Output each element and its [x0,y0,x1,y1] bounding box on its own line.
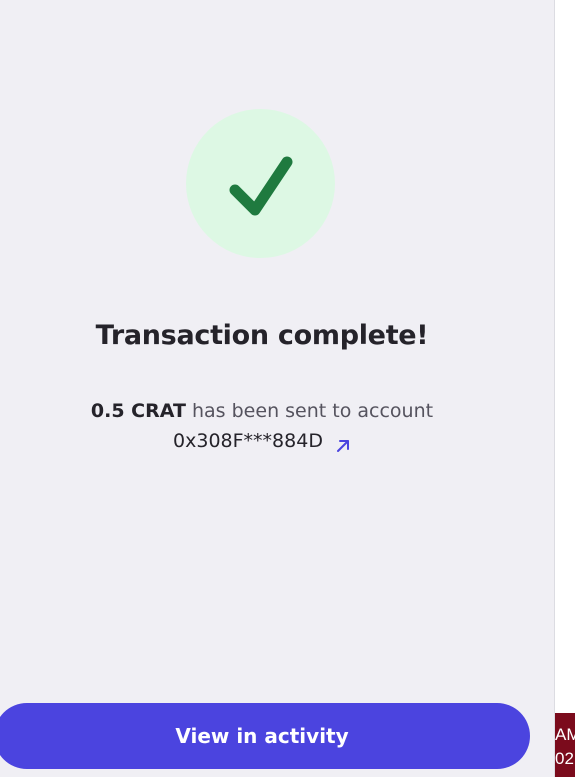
success-badge [186,109,335,258]
external-link-arrow-icon[interactable] [335,433,351,452]
recipient-address: 0x308F***884D [173,430,323,452]
status-message: 0.5 CRAT has been sent to account 0x308F… [0,396,524,456]
message-text: has been sent to account [192,400,434,422]
message-line-2: 0x308F***884D [173,426,351,456]
transaction-complete-panel: Transaction complete! 0.5 CRAT has been … [0,0,555,777]
adjacent-window-text-1: AM [555,725,575,744]
check-icon [229,156,293,216]
adjacent-window-edge[interactable]: AM 02: [555,713,575,777]
message-line-1: 0.5 CRAT has been sent to account [0,396,524,426]
status-title: Transaction complete! [95,320,429,351]
adjacent-window-text-2: 02: [555,749,575,768]
view-in-activity-button[interactable]: View in activity [0,703,530,769]
amount-value: 0.5 CRAT [90,400,186,422]
